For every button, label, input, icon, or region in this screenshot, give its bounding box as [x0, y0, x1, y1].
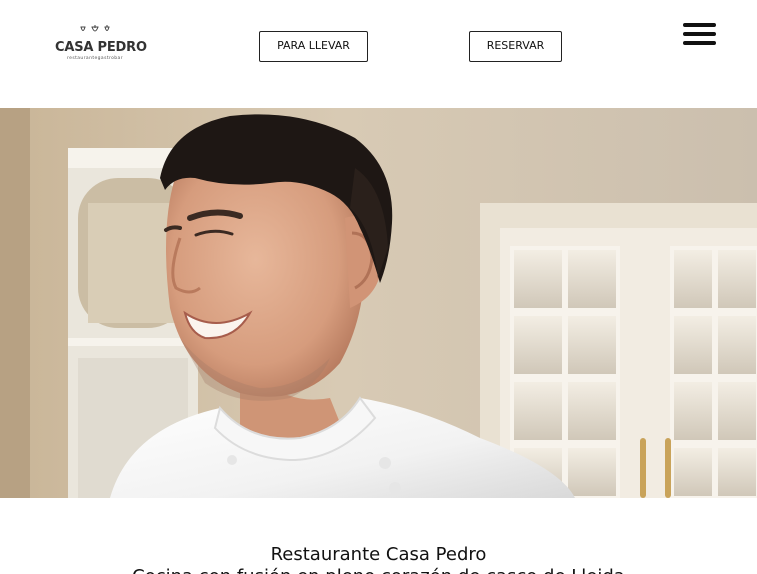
three-small-pots-icon	[80, 25, 110, 32]
menu-bar	[683, 23, 716, 27]
intro-subtitle: Cocina con fusión en pleno corazón de ca…	[0, 566, 757, 574]
hamburger-menu-icon[interactable]	[683, 23, 717, 47]
hero-image	[0, 108, 757, 498]
logo-name: CASA PEDRO	[55, 40, 147, 55]
intro-title: Restaurante Casa Pedro	[270, 544, 487, 565]
reserve-button[interactable]: RESERVAR	[469, 31, 562, 62]
page: CASA PEDRO restaurantegastrobar PARA LLE…	[0, 0, 757, 574]
logo-tagline: restaurantegastrobar	[67, 56, 123, 61]
logo[interactable]: CASA PEDRO restaurantegastrobar	[55, 24, 147, 70]
chef-portrait-photo	[0, 108, 757, 498]
takeaway-button[interactable]: PARA LLEVAR	[259, 31, 368, 62]
menu-bar	[683, 32, 716, 36]
menu-bar	[683, 41, 716, 45]
site-header: CASA PEDRO restaurantegastrobar PARA LLE…	[0, 0, 757, 108]
